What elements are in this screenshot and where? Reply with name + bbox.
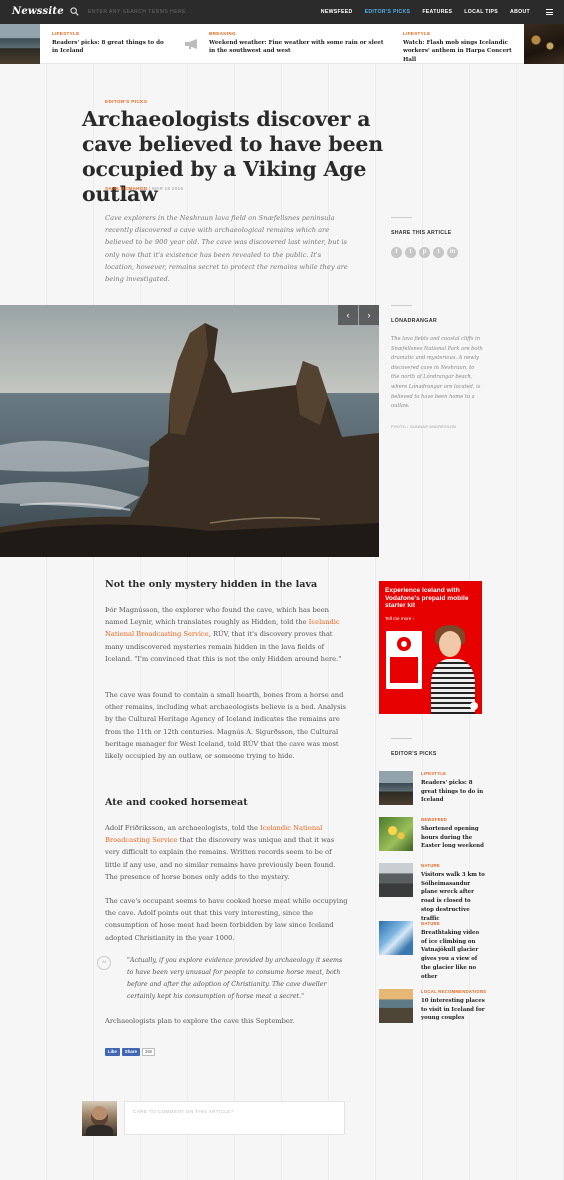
facebook-like-button[interactable]: Like: [105, 1048, 120, 1056]
share-icons: f t p t in: [391, 247, 458, 258]
quote-icon: “: [97, 956, 111, 971]
photo-credit: PHOTO / GUNNAR ANDRÉSSON: [391, 425, 457, 429]
section-heading: Not the only mystery hidden in the lava: [105, 579, 318, 590]
editors-picks-heading: EDITOR'S PICKS: [391, 751, 437, 757]
hamburger-menu-icon[interactable]: [546, 9, 553, 15]
ticker-item[interactable]: LIFESTYLE Readers' picks: 8 great things…: [0, 24, 175, 64]
article-quote: "Actually, if you explore evidence provi…: [127, 957, 343, 1000]
article-lead: Cave explorers in the Neshraun lava fiel…: [105, 214, 348, 284]
article-byline: SARA MCMAHON / MAR 16 2016: [105, 186, 183, 191]
pick-title[interactable]: Readers' picks: 8 great things to do in …: [421, 779, 485, 805]
ticker-category: LIFESTYLE: [52, 31, 80, 36]
pick-category: NATURE: [421, 863, 440, 868]
advertisement[interactable]: Experience Iceland with Vodafone's prepa…: [379, 581, 482, 714]
caption-text: The lava fields and coastal cliffs in Sn…: [391, 336, 483, 410]
nav-link-about[interactable]: ABOUT: [504, 0, 536, 24]
ad-person-face: [439, 631, 461, 657]
pick-thumbnail: [379, 771, 413, 805]
pick-title[interactable]: Visitors walk 3 km to Sólheimasandur pla…: [421, 871, 485, 923]
pinterest-icon[interactable]: p: [419, 247, 430, 258]
top-navbar: Newssite NEWSFEED EDITOR'S PICKS FEATURE…: [0, 0, 564, 24]
nav-link-editors-picks[interactable]: EDITOR'S PICKS: [359, 0, 417, 24]
vodafone-logo-icon: [470, 702, 478, 710]
pick-category: LIFESTYLE: [421, 771, 447, 776]
ticker-item[interactable]: BREAKING Weekend weather: Fine weather w…: [180, 24, 395, 64]
pick-thumbnail: [379, 863, 413, 897]
linkedin-icon[interactable]: in: [447, 247, 458, 258]
nav-links: NEWSFEED EDITOR'S PICKS FEATURES LOCAL T…: [315, 0, 536, 24]
ad-title: Experience Iceland with Vodafone's prepa…: [385, 587, 469, 610]
pick-category: NATURE: [421, 921, 440, 926]
next-image-button[interactable]: ›: [359, 305, 379, 325]
comment-input[interactable]: CARE TO COMMENT ON THIS ARTICLE?: [124, 1101, 345, 1135]
share-heading: SHARE THIS ARTICLE: [391, 230, 452, 236]
article-headline: Archaeologists discover a cave believed …: [82, 107, 383, 206]
megaphone-icon: [185, 39, 197, 49]
article-paragraph: Archaeologists plan to explore the cave …: [105, 1017, 295, 1025]
search-icon[interactable]: [70, 7, 79, 16]
tumblr-icon[interactable]: t: [433, 247, 444, 258]
caption-title: LÓNADRANGAR: [391, 318, 438, 324]
site-logo[interactable]: Newssite: [12, 6, 64, 17]
pick-category: LOCAL RECOMMENDATIONS: [421, 989, 487, 994]
ticker-category: LIFESTYLE: [403, 31, 431, 36]
article-paragraph: Þór Magnússon, the explorer who found th…: [105, 604, 349, 665]
news-ticker: LIFESTYLE Readers' picks: 8 great things…: [0, 24, 564, 64]
ticker-item[interactable]: LIFESTYLE Watch: Flash mob sings Iceland…: [397, 24, 564, 64]
ticker-thumbnail: [524, 24, 564, 64]
divider: [391, 305, 412, 306]
ticker-category: BREAKING: [209, 31, 236, 36]
nav-link-features[interactable]: FEATURES: [416, 0, 458, 24]
pick-thumbnail: [379, 817, 413, 851]
article-paragraph: Adolf Friðriksson, an archaeologists, to…: [105, 822, 349, 883]
social-buttons: Like Share 266: [105, 1048, 155, 1056]
nav-link-newsfeed[interactable]: NEWSFEED: [315, 0, 359, 24]
hero-image: [0, 305, 379, 557]
divider: [391, 738, 412, 739]
avatar: [82, 1101, 117, 1136]
section-heading: Ate and cooked horsemeat: [105, 797, 248, 808]
pick-thumbnail: [379, 921, 413, 955]
ticker-title[interactable]: Readers' picks: 8 great things to do in …: [52, 39, 170, 56]
paragraph-text: Adolf Friðriksson, an archaeologists, to…: [105, 824, 261, 832]
pick-title[interactable]: 10 interesting places to visit in Icelan…: [421, 997, 485, 1023]
facebook-icon[interactable]: f: [391, 247, 402, 258]
facebook-share-button[interactable]: Share: [121, 1048, 140, 1056]
prev-image-button[interactable]: ‹: [338, 305, 358, 325]
ticker-title[interactable]: Weekend weather: Fine weather with some …: [209, 39, 389, 56]
divider: [391, 217, 412, 218]
article-kicker[interactable]: EDITOR'S PICKS: [105, 99, 147, 104]
starter-kit-image: [386, 631, 422, 689]
ad-person-image: [429, 621, 479, 714]
ad-person-body: [431, 659, 475, 714]
publish-date: MAR 16 2016: [151, 186, 184, 191]
pick-category: NEWSFEED: [421, 817, 448, 822]
share-count: 266: [142, 1048, 155, 1056]
ad-cta-link[interactable]: Tell me more ›: [385, 616, 414, 621]
search-input[interactable]: [88, 5, 278, 19]
author-name[interactable]: SARA MCMAHON: [105, 186, 147, 191]
pick-thumbnail: [379, 989, 413, 1023]
article-paragraph: The cave's occupant seems to have cooked…: [105, 897, 348, 942]
article-paragraph: The cave was found to contain a small he…: [105, 691, 346, 761]
nav-link-local-tips[interactable]: LOCAL TIPS: [458, 0, 504, 24]
ticker-thumbnail: [0, 24, 40, 64]
ticker-title[interactable]: Watch: Flash mob sings Icelandic workers…: [403, 39, 519, 64]
twitter-icon[interactable]: t: [405, 247, 416, 258]
pick-title[interactable]: Shortened opening hours during the Easte…: [421, 825, 485, 851]
pick-title[interactable]: Breathtaking video of ice climbing on Va…: [421, 929, 485, 981]
paragraph-text: Þór Magnússon, the explorer who found th…: [105, 606, 329, 627]
